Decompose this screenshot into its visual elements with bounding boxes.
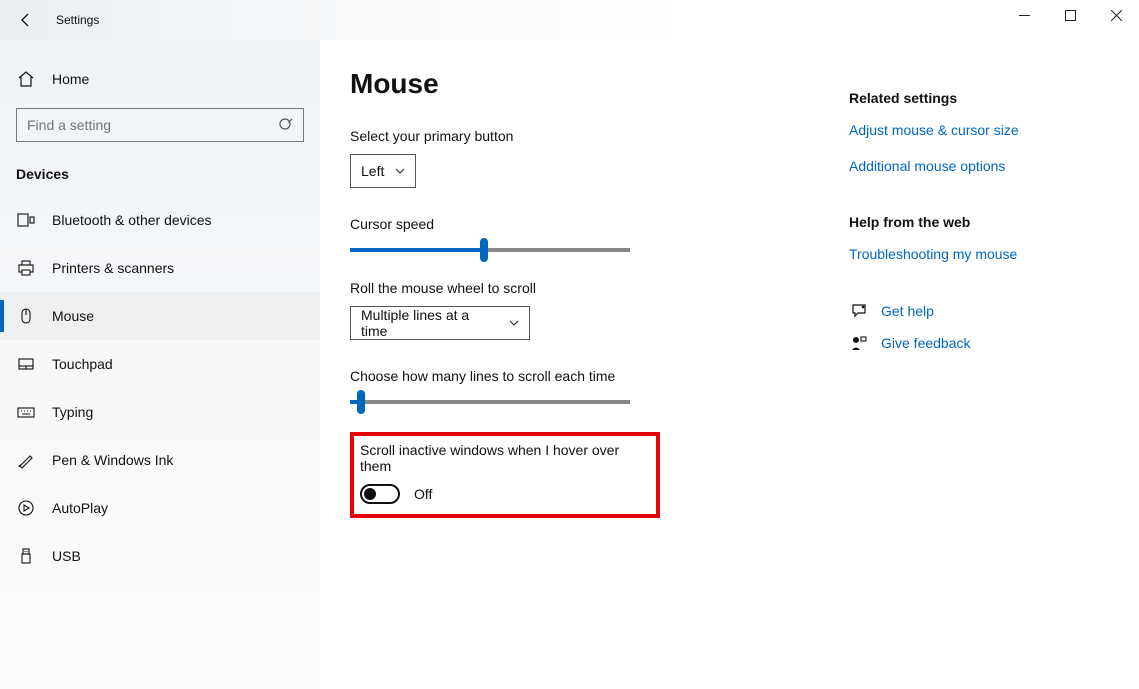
slider-thumb[interactable] [480, 238, 488, 262]
cursor-speed-setting: Cursor speed [350, 216, 829, 252]
keyboard-icon [16, 403, 36, 421]
page-title: Mouse [350, 68, 829, 100]
cursor-speed-label: Cursor speed [350, 216, 829, 232]
inactive-value: Off [414, 486, 432, 502]
sidebar-item-label: AutoPlay [52, 500, 108, 516]
sidebar-item-label: USB [52, 548, 81, 564]
get-help-row[interactable]: Get help [849, 302, 1109, 320]
related-heading: Related settings [849, 90, 1109, 106]
close-button[interactable] [1093, 0, 1139, 30]
sidebar-item-usb[interactable]: USB [0, 532, 320, 580]
chevron-down-icon [395, 168, 405, 174]
chat-icon [849, 302, 869, 320]
search-input[interactable] [16, 108, 304, 142]
link-adjust-mouse[interactable]: Adjust mouse & cursor size [849, 122, 1109, 138]
window-title: Settings [56, 13, 99, 27]
main-content: Mouse Select your primary button Left Cu… [320, 40, 1139, 689]
give-feedback-row[interactable]: Give feedback [849, 334, 1109, 352]
sidebar-item-bluetooth[interactable]: Bluetooth & other devices [0, 196, 320, 244]
sidebar-item-label: Pen & Windows Ink [52, 452, 173, 468]
home-nav[interactable]: Home [0, 60, 320, 98]
sidebar-item-typing[interactable]: Typing [0, 388, 320, 436]
touchpad-icon [16, 355, 36, 373]
sidebar-item-label: Bluetooth & other devices [52, 212, 212, 228]
lines-setting: Choose how many lines to scroll each tim… [350, 368, 829, 404]
link-additional-options[interactable]: Additional mouse options [849, 158, 1109, 174]
give-feedback-link[interactable]: Give feedback [881, 335, 971, 351]
printer-icon [16, 259, 36, 277]
wheel-setting: Roll the mouse wheel to scroll Multiple … [350, 280, 829, 340]
back-icon[interactable] [18, 12, 34, 28]
help-heading: Help from the web [849, 214, 1109, 230]
search-icon [278, 117, 294, 133]
link-troubleshoot[interactable]: Troubleshooting my mouse [849, 246, 1109, 262]
minimize-button[interactable] [1001, 0, 1047, 30]
get-help-link[interactable]: Get help [881, 303, 934, 319]
lines-slider[interactable] [350, 400, 630, 404]
right-column: Related settings Adjust mouse & cursor s… [849, 60, 1109, 689]
wheel-label: Roll the mouse wheel to scroll [350, 280, 829, 296]
mouse-icon [16, 307, 36, 325]
home-icon [16, 70, 36, 88]
sidebar-item-printers[interactable]: Printers & scanners [0, 244, 320, 292]
sidebar-item-label: Typing [52, 404, 93, 420]
pen-icon [16, 451, 36, 469]
inactive-label: Scroll inactive windows when I hover ove… [360, 442, 648, 474]
bluetooth-icon [16, 211, 36, 229]
sidebar-item-label: Touchpad [52, 356, 113, 372]
highlighted-setting: Scroll inactive windows when I hover ove… [350, 432, 660, 518]
cursor-speed-slider[interactable] [350, 248, 630, 252]
search-wrap [16, 108, 304, 142]
primary-button-setting: Select your primary button Left [350, 128, 829, 188]
chevron-down-icon [509, 320, 519, 326]
primary-button-label: Select your primary button [350, 128, 829, 144]
sidebar-item-label: Mouse [52, 308, 94, 324]
autoplay-icon [16, 499, 36, 517]
section-heading: Devices [0, 160, 320, 196]
slider-thumb[interactable] [357, 390, 365, 414]
sidebar: Home Devices Bluetooth & other devices P… [0, 40, 320, 689]
wheel-value: Multiple lines at a time [361, 307, 499, 339]
inactive-toggle[interactable] [360, 484, 400, 504]
sidebar-item-autoplay[interactable]: AutoPlay [0, 484, 320, 532]
feedback-icon [849, 334, 869, 352]
sidebar-item-touchpad[interactable]: Touchpad [0, 340, 320, 388]
toggle-knob [364, 488, 376, 500]
lines-label: Choose how many lines to scroll each tim… [350, 368, 829, 384]
wheel-dropdown[interactable]: Multiple lines at a time [350, 306, 530, 340]
maximize-button[interactable] [1047, 0, 1093, 30]
titlebar: Settings [0, 0, 1139, 40]
window-controls [1001, 0, 1139, 40]
sidebar-item-mouse[interactable]: Mouse [0, 292, 320, 340]
usb-icon [16, 547, 36, 565]
primary-button-dropdown[interactable]: Left [350, 154, 416, 188]
sidebar-item-label: Printers & scanners [52, 260, 174, 276]
primary-button-value: Left [361, 163, 384, 179]
home-label: Home [52, 71, 89, 87]
sidebar-item-pen[interactable]: Pen & Windows Ink [0, 436, 320, 484]
